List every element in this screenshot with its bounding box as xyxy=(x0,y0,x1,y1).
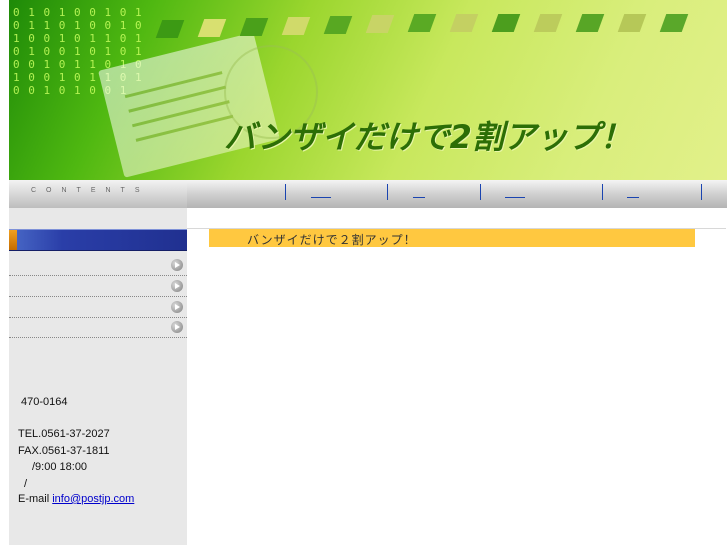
airmail-stripe xyxy=(239,18,269,36)
email-line: E-mail info@postjp.com xyxy=(18,493,134,505)
sub-nav-strip xyxy=(187,208,726,229)
airmail-stripe xyxy=(617,14,647,32)
nav-bar: CONTENTS xyxy=(9,180,727,208)
airmail-stripe xyxy=(407,14,437,32)
sidebar-menu-item-3[interactable] xyxy=(9,297,187,318)
header-banner: 0 1 0 1 0 0 1 0 1 0 1 1 0 1 0 0 1 0 1 0 … xyxy=(9,0,727,180)
arrow-right-icon xyxy=(171,301,183,313)
sidebar-menu-item-2[interactable] xyxy=(9,276,187,297)
email-link[interactable]: info@postjp.com xyxy=(52,493,134,505)
fax-number: FAX.0561-37-1811 xyxy=(18,445,110,457)
email-label: E-mail xyxy=(18,493,50,505)
hours-slash: / xyxy=(24,478,28,490)
sidebar-menu-item-1[interactable] xyxy=(9,255,187,276)
airmail-stripe xyxy=(491,14,521,32)
airmail-stripe xyxy=(281,17,311,35)
nav-divider xyxy=(387,184,388,200)
nav-links xyxy=(187,180,727,208)
contents-label-cell: CONTENTS xyxy=(9,180,187,208)
contents-label: CONTENTS xyxy=(31,187,150,194)
nav-link-1[interactable] xyxy=(311,194,331,198)
airmail-stripe xyxy=(365,15,395,33)
nav-divider xyxy=(285,184,286,200)
tel-number: TEL.0561-37-2027 xyxy=(18,428,110,440)
airmail-stripe xyxy=(323,16,353,34)
arrow-right-icon xyxy=(171,321,183,333)
business-hours: /9:00 18:00 xyxy=(32,461,88,473)
airmail-stripe xyxy=(659,14,689,32)
nav-link-3[interactable] xyxy=(505,194,525,198)
content-heading-bar: バンザイだけで２割アップ！ xyxy=(209,229,695,247)
content-heading-text: バンザイだけで２割アップ！ xyxy=(247,233,417,247)
nav-divider xyxy=(602,184,603,200)
nav-divider xyxy=(701,184,702,200)
sidebar-menu-item-4[interactable] xyxy=(9,317,187,338)
airmail-stripe xyxy=(155,20,185,38)
airmail-stripe xyxy=(197,19,227,37)
nav-divider xyxy=(480,184,481,200)
airmail-stripe xyxy=(449,14,479,32)
airmail-stripe xyxy=(575,14,605,32)
postal-code: 470-0164 xyxy=(21,396,68,408)
nav-link-4[interactable] xyxy=(627,194,639,198)
airmail-stripe xyxy=(533,14,563,32)
nav-link-2[interactable] xyxy=(413,194,425,198)
arrow-right-icon xyxy=(171,280,183,292)
sidebar-heading-bar xyxy=(9,229,187,251)
arrow-right-icon xyxy=(171,259,183,271)
banner-title: バンザイだけで2割アップ！ xyxy=(224,118,632,156)
sidebar: 470-0164 TEL.0561-37-2027 FAX.0561-37-18… xyxy=(9,208,187,545)
